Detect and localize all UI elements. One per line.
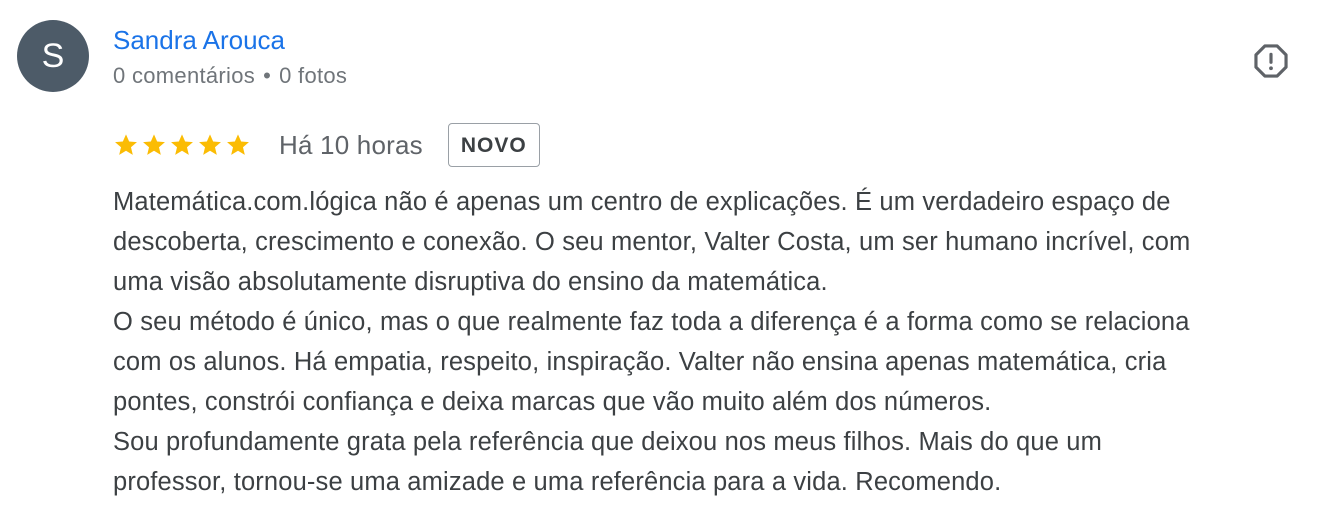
review-time: Há 10 horas <box>279 129 423 160</box>
new-badge: NOVO <box>447 123 540 167</box>
star-rating <box>113 132 251 158</box>
review-text-line: pontes, constrói confiança e deixa marca… <box>113 388 992 416</box>
photos-count: 0 fotos <box>279 63 348 88</box>
star-icon <box>171 134 193 155</box>
review-text-line: uma visão absolutamente disruptiva do en… <box>113 268 828 296</box>
review-text: Matemática.com.lógica não é apenas um ce… <box>113 182 1318 502</box>
review-text-line: professor, tornou-se uma amizade e uma r… <box>113 468 1002 496</box>
star-icon <box>143 134 165 155</box>
comments-count: 0 comentários <box>113 63 256 88</box>
review-card: S Sandra Arouca 0 comentários • 0 fotos Há… <box>0 0 1332 522</box>
review-text-line: O seu método é único, mas o que realment… <box>113 308 1190 336</box>
author-name-link[interactable]: Sandra Arouca <box>113 24 285 56</box>
report-review-button[interactable] <box>1250 40 1292 82</box>
meta-separator: • <box>263 63 272 88</box>
rating-row: Há 10 horas NOVO <box>113 122 540 168</box>
avatar-initial: S <box>41 37 65 75</box>
author-meta: 0 comentários • 0 fotos <box>113 62 347 90</box>
star-icon <box>227 134 249 155</box>
review-text-line: Matemática.com.lógica não é apenas um ce… <box>113 188 1171 216</box>
review-text-line: com os alunos. Há empatia, respeito, ins… <box>113 348 1167 376</box>
star-icon <box>199 134 221 155</box>
report-flag-icon <box>1254 44 1288 78</box>
review-text-line: Sou profundamente grata pela referência … <box>113 428 1102 456</box>
avatar[interactable]: S <box>17 20 89 92</box>
review-text-line: descoberta, crescimento e conexão. O seu… <box>113 228 1191 256</box>
star-icon <box>115 134 137 155</box>
